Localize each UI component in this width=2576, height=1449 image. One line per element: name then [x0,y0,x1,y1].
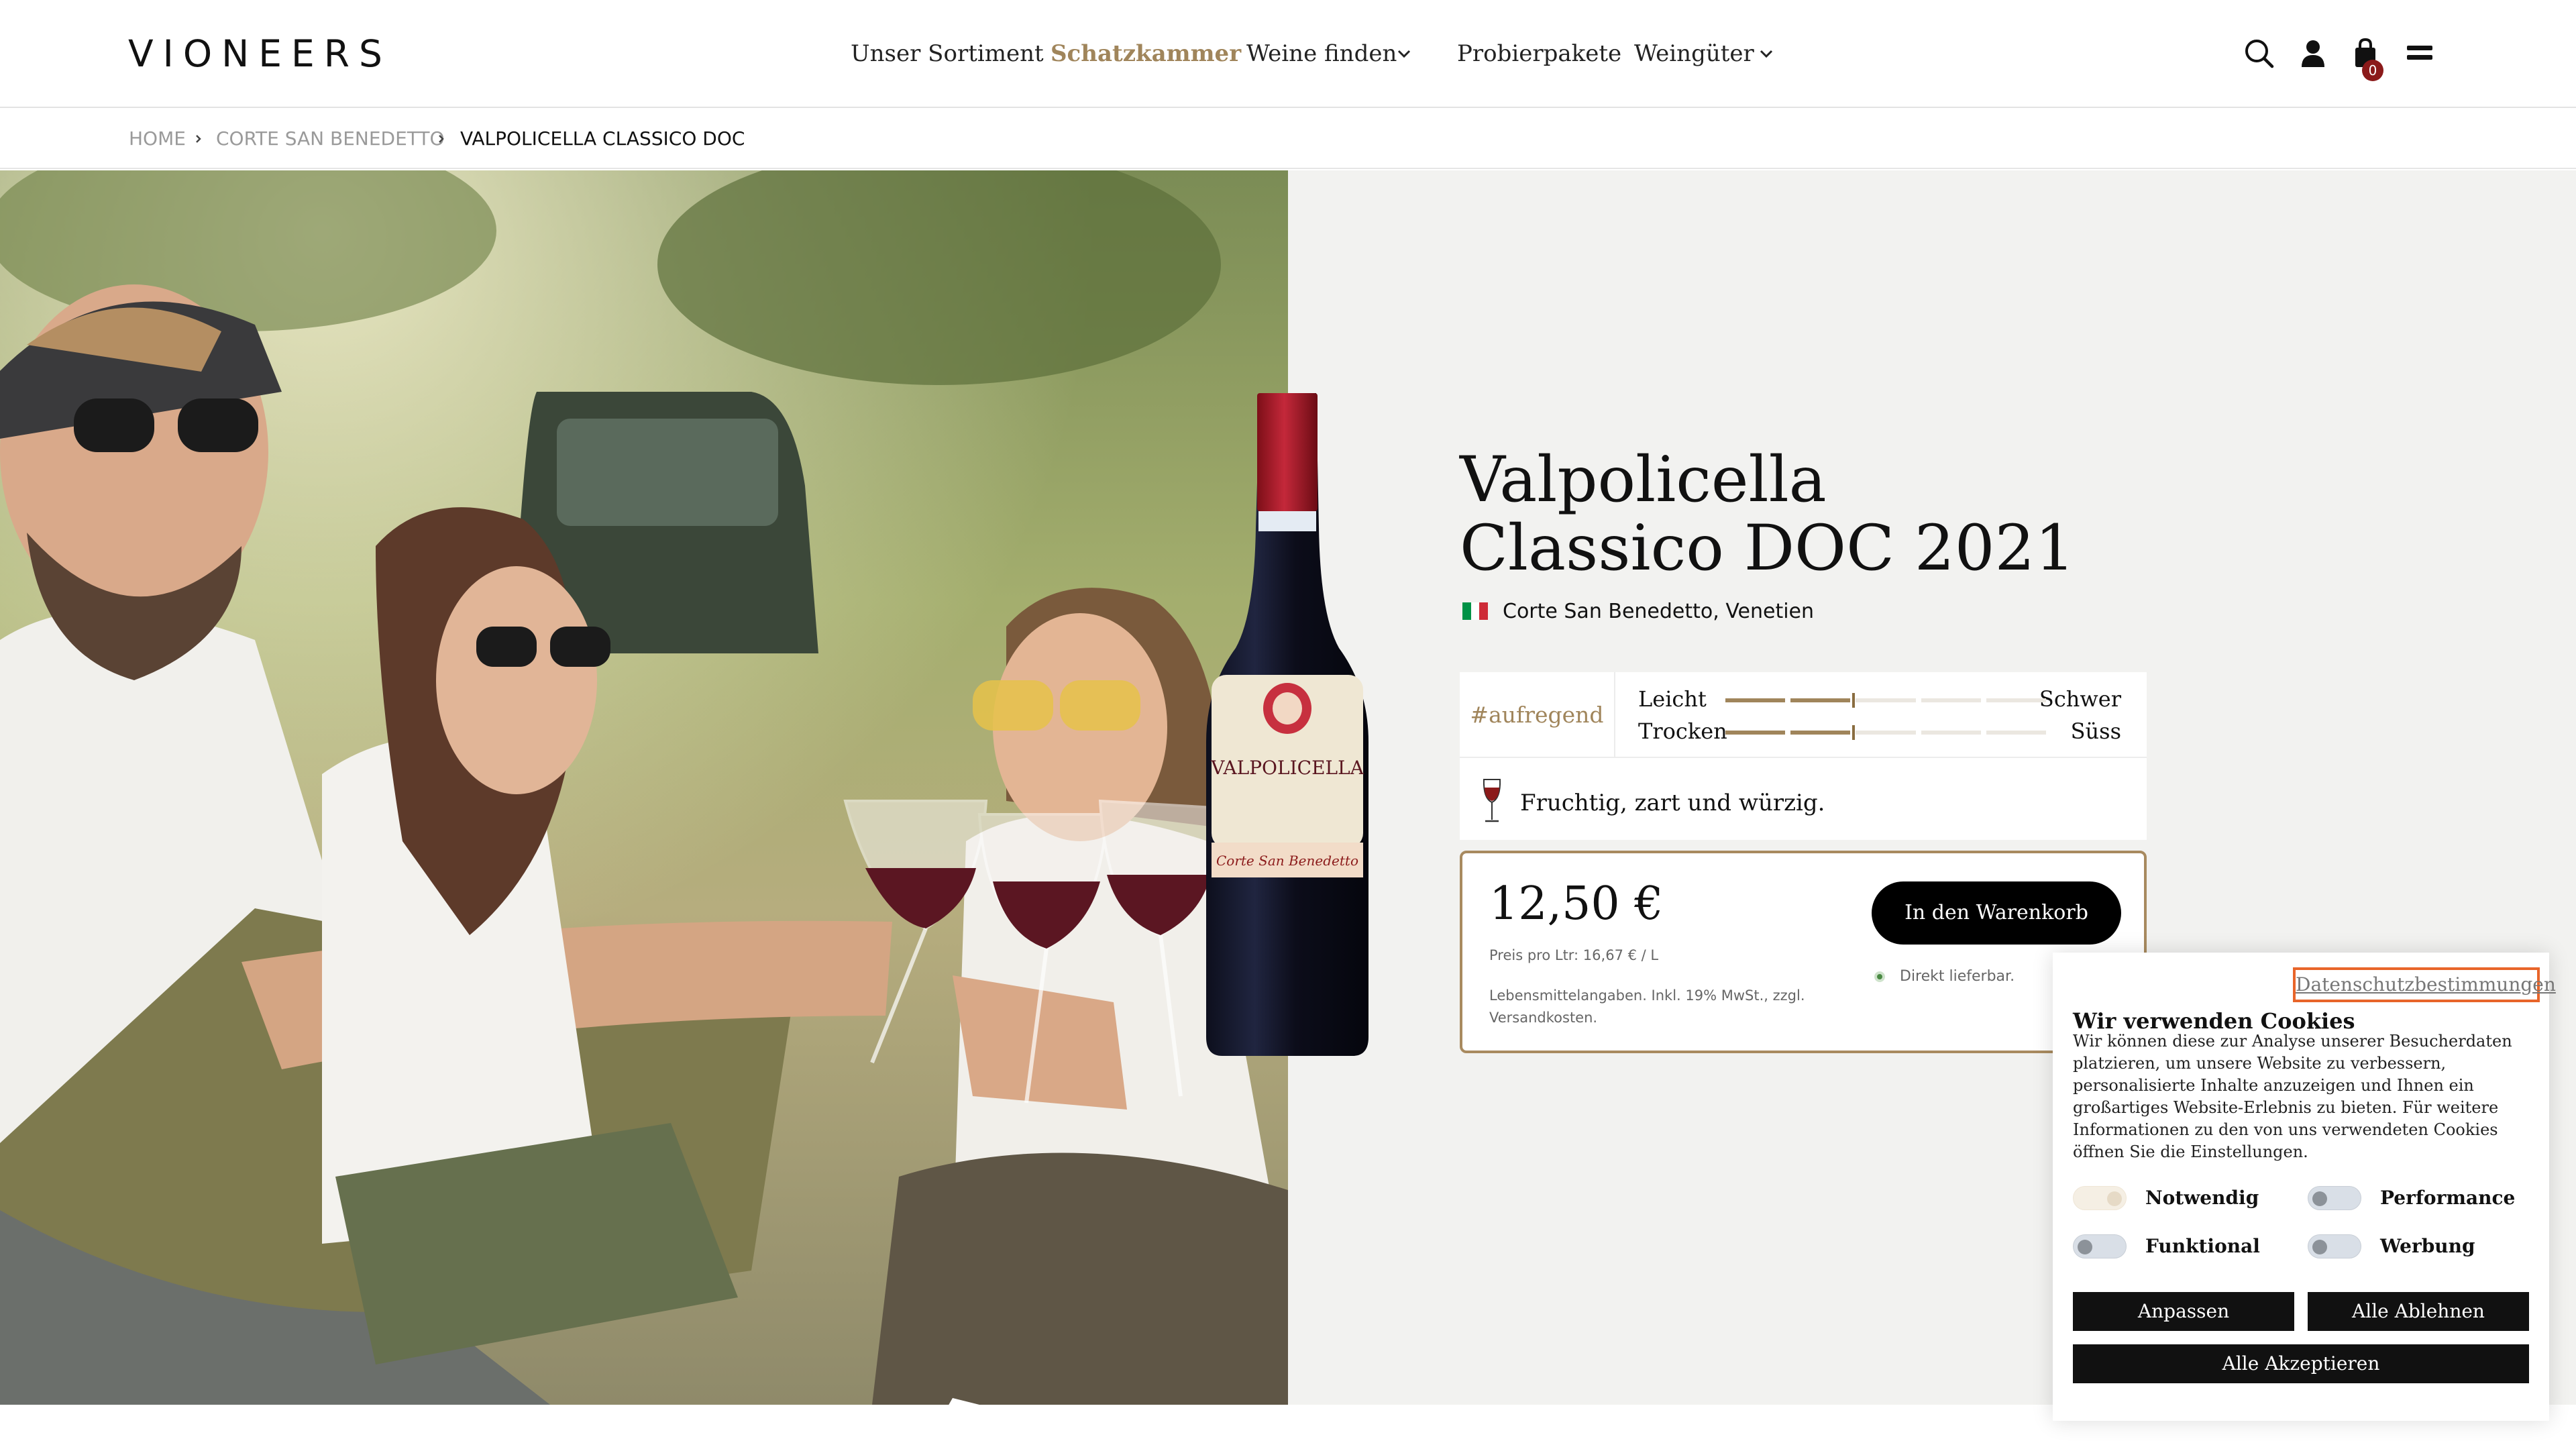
chevron-down-icon[interactable] [1393,37,1415,70]
scale-sweetness-right-label: Süss [2070,718,2121,744]
breadcrumb-home[interactable]: HOME [129,124,186,154]
breadcrumb-producer[interactable]: CORTE SAN BENEDETTO [216,124,445,154]
chevron-right-icon [196,135,201,143]
scale-segment [1725,698,1786,702]
scale-sweetness-bar [1725,725,2046,740]
breadcrumb: HOME CORTE SAN BENEDETTO VALPOLICELLA CL… [0,109,2576,169]
breadcrumb-current: VALPOLICELLA CLASSICO DOC [460,127,745,150]
taste-description: Fruchtig, zart und würzig. [1520,790,1825,816]
bottle-label-name: VALPOLICELLA [1210,757,1364,779]
nav-weingueter[interactable]: Weingüter [1634,37,1754,70]
scale-segment [1725,731,1786,735]
product-origin[interactable]: Corte San Benedetto, Venetien [1503,597,1814,627]
nav-probierpakete[interactable]: Probierpakete [1457,37,1621,70]
scale-marker [1852,693,1856,708]
chevron-down-icon[interactable] [1755,37,1778,70]
nav-schatzkammer[interactable]: Schatzkammer [1051,37,1241,70]
toggle-funktional[interactable] [2073,1234,2127,1258]
toggle-label-werbung: Werbung [2380,1235,2475,1257]
scale-marker [1852,725,1856,740]
product-title-line1: Valpolicella [1460,443,1827,517]
availability-status: Direkt lieferbar. [1900,968,2015,985]
taste-hashtag: #aufregend [1460,672,1615,758]
toggle-label-performance: Performance [2380,1187,2516,1209]
wine-glass-icon [1483,779,1501,822]
taste-profile-card: #aufregend Leicht Schwer Trocken Süss Fr… [1460,672,2147,840]
customize-cookies-button[interactable]: Anpassen [2073,1292,2294,1331]
price-per-liter: Preis pro Ltr: 16,67 € / L [1489,947,1659,963]
toggle-notwendig[interactable] [2073,1186,2127,1210]
cookie-text: Wir können diese zur Analyse unserer Bes… [2073,1032,2512,1161]
bottle-label-producer: Corte San Benedetto [1216,853,1358,869]
menu-icon[interactable] [2399,34,2439,74]
scale-segment [1856,698,1916,702]
wine-bottle-image: VALPOLICELLA Corte San Benedetto [1206,393,1368,1056]
scale-segment [1921,698,1981,702]
product-price: 12,50 € [1489,877,1664,930]
scale-body-right-label: Schwer [2039,686,2121,712]
add-to-cart-button[interactable]: In den Warenkorb [1872,881,2121,945]
cookie-banner: Datenschutzbestimmungen Wir verwenden Co… [2053,953,2556,1421]
scale-segment [1986,698,2046,702]
toggle-performance[interactable] [2308,1186,2361,1210]
scale-segment [1790,698,1851,702]
accept-all-button[interactable]: Alle Akzeptieren [2073,1344,2529,1383]
italy-flag-icon [1462,602,1489,620]
price-box: 12,50 € Preis pro Ltr: 16,67 € / L Leben… [1460,851,2147,1053]
chevron-right-icon [439,135,444,143]
reject-all-button[interactable]: Alle Ablehnen [2308,1292,2529,1331]
scale-body-bar [1725,693,2046,708]
nav-unser-sortiment[interactable]: Unser Sortiment [851,37,1044,70]
picnic-photo [0,170,1288,1405]
scale-segment [1790,731,1851,735]
scale-segment [1986,731,2046,735]
scale-segment [1921,731,1981,735]
logo[interactable]: VIONEERS [128,34,396,74]
taste-scales: Leicht Schwer Trocken Süss [1615,672,2147,758]
toggle-label-notwendig: Notwendig [2145,1187,2259,1209]
product-title-line2: Classico DOC 2021 [1460,512,2076,585]
scale-sweetness-left-label: Trocken [1638,718,1727,744]
nav-weine-finden[interactable]: Weine finden [1246,37,1397,70]
search-icon[interactable] [2239,34,2279,74]
hero-photo [0,170,1288,1405]
scale-body-left-label: Leicht [1638,686,1707,712]
legal-notice: Lebensmittelangaben. Inkl. 19% MwSt., zz… [1489,987,1805,1026]
site-header: VIONEERS Unser Sortiment Schatzkammer We… [0,0,2576,108]
user-icon[interactable] [2293,34,2333,74]
product-title: Valpolicella Classico DOC 2021 [1460,446,2198,583]
availability-dot [1874,971,1885,982]
toggle-werbung[interactable] [2308,1234,2361,1258]
toggle-label-funktional: Funktional [2145,1235,2260,1257]
cart-count-badge: 0 [2362,60,2383,81]
scale-segment [1856,731,1916,735]
